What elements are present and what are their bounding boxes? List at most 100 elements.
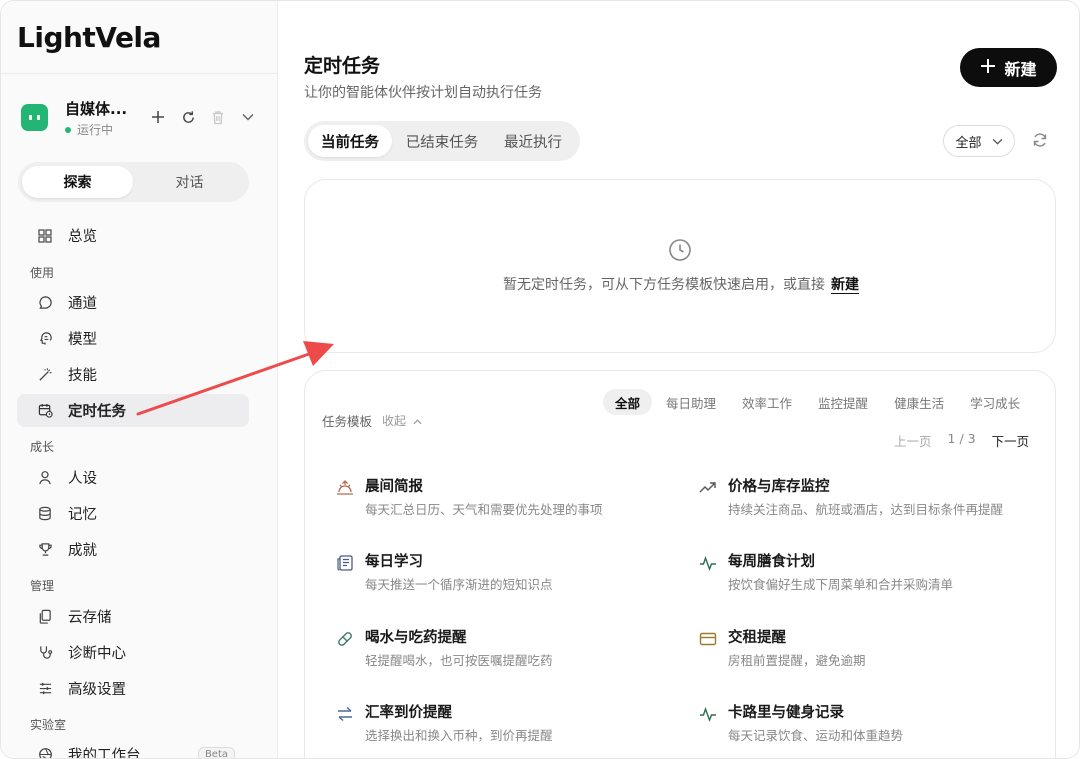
stethoscope-icon [37, 645, 53, 661]
template-title: 每日学习 [365, 554, 423, 570]
category-monitoring[interactable]: 监控提醒 [806, 389, 880, 415]
template-desc: 房租前置提醒，避免逾期 [728, 653, 866, 668]
sidebar-item-channel[interactable]: 通道 [17, 286, 249, 319]
tab-current[interactable]: 当前任务 [308, 125, 392, 157]
template-item-meal-plan[interactable]: 每周膳食计划 按饮食偏好生成下周菜单和合并采购清单 [698, 550, 1038, 594]
sidebar-item-workbench[interactable]: 我的工作台 Beta [17, 738, 249, 759]
status-dot [65, 126, 71, 133]
agent-actions [149, 108, 257, 126]
template-desc: 轻提醒喝水，也可按医嘱提醒吃药 [365, 653, 553, 668]
template-desc: 每天汇总日历、天气和需要优先处理的事项 [365, 502, 603, 517]
collapse-label: 收起 [382, 414, 407, 428]
brain-icon [37, 331, 53, 347]
sidebar-item-label: 通道 [68, 296, 97, 312]
magic-wand-icon [37, 367, 53, 383]
sidebar-item-label: 云存储 [68, 610, 112, 626]
sidebar-item-label: 我的工作台 [68, 748, 141, 759]
refresh-icon[interactable] [1030, 130, 1050, 150]
sidebar-item-skills[interactable]: 技能 [17, 358, 249, 391]
template-category-tabs: 全部 每日助理 效率工作 监控提醒 健康生活 学习成长 [603, 389, 1034, 415]
template-item-calorie-log[interactable]: 卡路里与健身记录 每天记录饮食、运动和体重趋势 [698, 701, 1038, 745]
sidebar-item-persona[interactable]: 人设 [17, 461, 249, 494]
agent-name: 自媒体... [65, 100, 128, 118]
sidebar-item-label: 成就 [68, 543, 97, 559]
category-all[interactable]: 全部 [603, 389, 653, 415]
sidebar-item-model[interactable]: 模型 [17, 322, 249, 355]
sidebar-item-overview[interactable]: 总览 [17, 219, 249, 252]
template-item-water-reminder[interactable]: 喝水与吃药提醒 轻提醒喝水，也可按医嘱提醒吃药 [335, 626, 675, 670]
filter-value: 全部 [955, 135, 982, 151]
template-item-price-monitor[interactable]: 价格与库存监控 持续关注商品、航班或酒店，达到目标条件再提醒 [698, 475, 1038, 519]
template-title: 晨间简报 [365, 479, 423, 495]
filter-dropdown[interactable]: 全部 [943, 125, 1015, 157]
agent-avatar [21, 104, 48, 131]
new-task-button[interactable]: 新建 [960, 48, 1057, 87]
mode-explore-button[interactable]: 探索 [22, 166, 133, 198]
sidebar-item-label: 总览 [68, 229, 97, 245]
template-card: 全部 每日助理 效率工作 监控提醒 健康生活 学习成长 任务模板 收起 上一页 … [304, 370, 1056, 758]
empty-state-card: 暂无定时任务，可从下方任务模板快速启用，或直接 新建 [304, 179, 1056, 353]
sidebar-item-label: 高级设置 [68, 682, 126, 698]
template-title: 卡路里与健身记录 [728, 705, 844, 721]
mode-switch: 探索 对话 [18, 162, 249, 202]
template-desc: 按饮食偏好生成下周菜单和合并采购清单 [728, 577, 954, 592]
sidebar-section-manage: 管理 [30, 579, 55, 593]
template-desc: 选择换出和换入币种，到价再提醒 [365, 728, 553, 743]
sidebar-item-advanced[interactable]: 高级设置 [17, 672, 249, 705]
trend-up-icon [698, 478, 718, 498]
category-productivity[interactable]: 效率工作 [730, 389, 804, 415]
sidebar-section-grow: 成长 [30, 440, 55, 454]
aperture-icon [37, 747, 53, 758]
sidebar-section-lab: 实验室 [30, 718, 67, 732]
pagination: 上一页 1 / 3 下一页 [894, 431, 1029, 450]
sidebar-item-label: 模型 [68, 332, 97, 348]
clock-icon [668, 238, 692, 262]
template-item-rent-reminder[interactable]: 交租提醒 房租前置提醒，避免逾期 [698, 626, 1038, 670]
new-task-label: 新建 [1004, 59, 1037, 79]
pulse-icon [698, 553, 718, 573]
sidebar-item-cloud[interactable]: 云存储 [17, 600, 249, 633]
sidebar-item-diagnosis[interactable]: 诊断中心 [17, 636, 249, 669]
agent-card[interactable]: 自媒体... 运行中 [21, 96, 261, 142]
next-page-button[interactable]: 下一页 [992, 431, 1030, 450]
template-item-daily-learning[interactable]: 每日学习 每天推送一个循序渐进的短知识点 [335, 550, 675, 594]
exchange-icon [335, 704, 355, 724]
page-indicator: 1 / 3 [947, 431, 976, 446]
sidebar-item-label: 定时任务 [68, 404, 126, 420]
pill-icon [335, 629, 355, 649]
plus-icon[interactable] [149, 108, 167, 126]
empty-state-new-link[interactable]: 新建 [831, 277, 859, 293]
trash-icon[interactable] [209, 108, 227, 126]
template-item-morning-brief[interactable]: 晨间简报 每天汇总日历、天气和需要优先处理的事项 [335, 475, 675, 519]
newspaper-icon [335, 553, 355, 573]
prev-page-button[interactable]: 上一页 [894, 431, 932, 450]
category-learning[interactable]: 学习成长 [958, 389, 1032, 415]
template-item-fx-alert[interactable]: 汇率到价提醒 选择换出和换入币种，到价再提醒 [335, 701, 675, 745]
card-icon [698, 629, 718, 649]
sidebar-item-memory[interactable]: 记忆 [17, 497, 249, 530]
calendar-clock-icon [37, 403, 53, 419]
plus-icon [980, 57, 996, 79]
agent-status-text: 运行中 [77, 123, 114, 137]
agent-status: 运行中 [65, 121, 113, 138]
chevron-down-icon [992, 134, 1003, 149]
chevron-down-icon[interactable] [239, 108, 257, 126]
template-title: 价格与库存监控 [728, 479, 830, 495]
tab-ended[interactable]: 已结束任务 [398, 125, 486, 157]
divider [1, 73, 278, 74]
category-daily-assistant[interactable]: 每日助理 [654, 389, 728, 415]
sidebar-item-achievement[interactable]: 成就 [17, 533, 249, 566]
app-window: LightVela 自媒体... 运行中 探索 对话 总览 使用 通道 模型 技… [0, 0, 1080, 759]
refresh-icon[interactable] [179, 108, 197, 126]
sidebar-item-label: 记忆 [68, 507, 97, 523]
sidebar-item-scheduled[interactable]: 定时任务 [17, 394, 249, 427]
collapse-toggle[interactable]: 收起 [382, 412, 422, 429]
category-health[interactable]: 健康生活 [882, 389, 956, 415]
tab-recent[interactable]: 最近执行 [490, 125, 576, 157]
mode-chat-button[interactable]: 对话 [134, 166, 245, 198]
template-desc: 每天记录饮食、运动和体重趋势 [728, 728, 904, 743]
user-icon [37, 470, 53, 486]
pulse-icon [698, 704, 718, 724]
sidebar-item-label: 技能 [68, 368, 97, 384]
template-title: 喝水与吃药提醒 [365, 630, 467, 646]
